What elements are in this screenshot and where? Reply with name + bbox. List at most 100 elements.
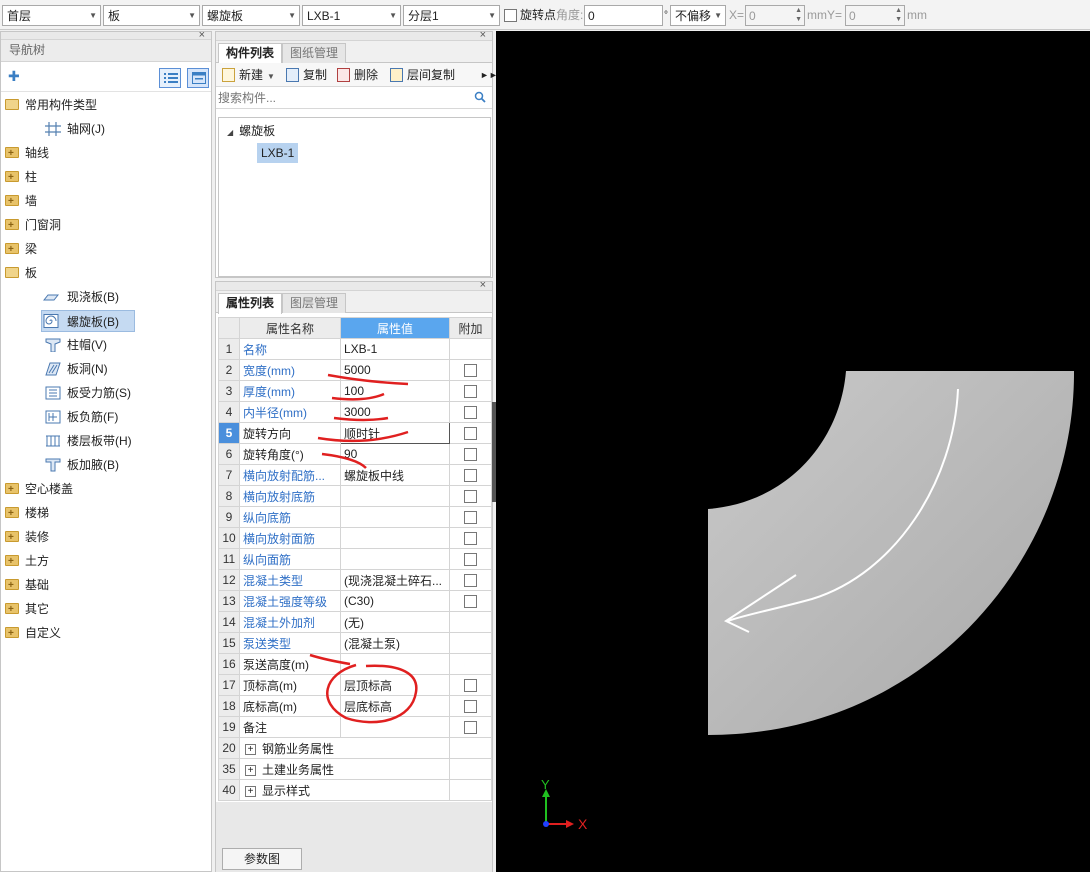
nav-item-label: 板洞(N)	[67, 362, 108, 376]
nav-item-hollow-floor[interactable]: 空心楼盖	[5, 478, 73, 501]
y-input[interactable]: 0 ▲ ▼	[845, 5, 905, 26]
top-toolbar: 首层 ▼ 板 ▼ 螺旋板 ▼ LXB-1 ▼ 分层1 ▼ 旋转点 角度: 0 °…	[0, 0, 1090, 30]
chevron-down-icon: ▼	[89, 11, 97, 20]
nav-item-slab-rebar[interactable]: 板受力筋(S)	[45, 382, 131, 404]
copy-button[interactable]: 复制	[286, 66, 327, 84]
list-view-button[interactable]	[159, 68, 181, 88]
nav-item-label: 螺旋板(B)	[67, 315, 119, 329]
nav-item-label: 板受力筋(S)	[67, 386, 131, 400]
nav-item-label: 板加腋(B)	[67, 458, 119, 472]
layer-select[interactable]: 分层1 ▼	[403, 5, 500, 26]
tree-item-lxb-1[interactable]: LXB-1	[257, 143, 299, 163]
nav-item-wall[interactable]: 墙	[5, 190, 38, 213]
nav-title: 导航树	[9, 43, 46, 57]
collapse-triangle-icon[interactable]: ◢	[227, 128, 233, 137]
nav-item-label: 楼梯	[25, 506, 50, 520]
red-annotation-marks	[309, 373, 418, 724]
search-icon[interactable]	[474, 91, 486, 103]
nav-item-axis[interactable]: 轴线	[5, 142, 49, 165]
nav-item-slab-hole[interactable]: 板洞(N)	[45, 358, 108, 380]
nav-item-label: 土方	[25, 554, 50, 568]
rotate-point-checkbox[interactable]	[504, 9, 517, 22]
nav-item-slab-haunch[interactable]: 板加腋(B)	[45, 454, 119, 476]
nav-item-label: 轴网(J)	[67, 122, 105, 136]
new-button[interactable]: 新建 ▼	[222, 66, 275, 86]
folder-icon	[5, 239, 19, 261]
folder-icon	[5, 191, 19, 213]
nav-item-decoration[interactable]: 装修	[5, 526, 49, 549]
nav-item-custom[interactable]: 自定义	[5, 622, 61, 645]
spinner-icon[interactable]: ▲ ▼	[795, 6, 802, 24]
nav-item-label: 常用构件类型	[25, 98, 98, 112]
axis-y-label: Y	[541, 777, 550, 792]
nav-item-label: 楼层板带(H)	[67, 434, 132, 448]
component-select[interactable]: LXB-1 ▼	[302, 5, 401, 26]
nav-tools: ✚	[1, 62, 211, 92]
nav-item-other[interactable]: 其它	[5, 598, 49, 621]
drawing-viewport[interactable]: X Y	[496, 31, 1090, 872]
folder-icon	[5, 143, 19, 165]
nav-item-slab-neg-rebar[interactable]: 板负筋(F)	[45, 406, 118, 428]
nav-item-cast-slab[interactable]: 现浇板(B)	[43, 286, 119, 308]
tree-item-label: LXB-1	[261, 146, 295, 160]
floor-copy-button-label: 层间复制	[407, 68, 456, 82]
nav-item-column-cap[interactable]: 柱帽(V)	[45, 334, 107, 356]
nav-item-label: 梁	[25, 242, 38, 256]
nav-item-earthwork[interactable]: 土方	[5, 550, 50, 573]
icon-view-button[interactable]	[187, 68, 209, 88]
nav-item-label: 墙	[25, 194, 38, 208]
delete-button[interactable]: 删除	[337, 66, 378, 84]
component-panel-grip: ×	[216, 29, 492, 41]
nav-item-spiral-slab[interactable]: 螺旋板(B)	[41, 310, 135, 332]
floor-select[interactable]: 首层 ▼	[2, 5, 101, 26]
axis-x-label: X	[578, 816, 588, 832]
x-input[interactable]: 0 ▲ ▼	[745, 5, 805, 26]
search-input[interactable]	[218, 89, 468, 106]
nav-item-slab[interactable]: 板	[5, 262, 37, 284]
folder-icon	[5, 479, 19, 501]
add-sparkle-icon[interactable]: ✚	[8, 68, 20, 85]
nav-tree: 常用构件类型 轴网(J) 轴线 柱 墙 门窗洞 梁 板	[1, 94, 211, 864]
nav-item-foundation[interactable]: 基础	[5, 574, 49, 597]
category-select[interactable]: 板 ▼	[103, 5, 200, 26]
tab-drawing-management[interactable]: 图纸管理	[282, 43, 347, 63]
mm-y-label: mmY=	[807, 8, 843, 22]
nav-item-label: 现浇板(B)	[67, 290, 119, 304]
nav-item-opening[interactable]: 门窗洞	[5, 214, 62, 237]
nav-item-label: 门窗洞	[25, 218, 62, 232]
type-select[interactable]: 螺旋板 ▼	[202, 5, 300, 26]
offset-mode-select[interactable]: 不偏移 ▼	[670, 5, 726, 26]
folder-open-icon	[5, 267, 19, 278]
folder-icon	[5, 215, 19, 237]
spiral-slab-shape[interactable]	[708, 371, 1074, 735]
copy-button-label: 复制	[303, 68, 328, 82]
nav-item-column[interactable]: 柱	[5, 166, 38, 189]
nav-item-grid[interactable]: 轴网(J)	[45, 118, 105, 140]
folder-icon	[5, 551, 19, 573]
floor-select-value: 首层	[7, 9, 32, 23]
folder-icon	[5, 623, 19, 645]
rotate-point-label: 旋转点	[520, 8, 557, 22]
nav-tree-panel: × 导航树 ✚ 常用构件类型 轴网(J) 轴线 柱	[0, 29, 212, 872]
tree-root-spiral-slab[interactable]: ◢ 螺旋板	[227, 123, 275, 141]
nav-item-beam[interactable]: 梁	[5, 238, 38, 261]
delete-icon	[337, 68, 350, 82]
angle-input[interactable]: 0	[584, 5, 663, 26]
slab-rebar-icon	[45, 386, 61, 400]
nav-item-stairs[interactable]: 楼梯	[5, 502, 50, 525]
spinner-icon[interactable]: ▲ ▼	[895, 6, 902, 24]
grid-icon	[45, 122, 61, 136]
folder-icon	[5, 527, 19, 549]
tab-component-list[interactable]: 构件列表	[218, 43, 283, 64]
component-toolbar: 新建 ▼ 复制 删除 层间复制 ►►	[216, 63, 498, 87]
nav-item-common-types[interactable]: 常用构件类型	[5, 94, 97, 116]
component-select-value: LXB-1	[307, 9, 341, 23]
component-search	[216, 87, 492, 109]
nav-item-slab-strip[interactable]: 楼层板带(H)	[45, 430, 132, 452]
list-icon	[164, 73, 178, 83]
chevron-down-icon: ▼	[288, 11, 296, 20]
chevron-down-icon: ▼	[267, 72, 275, 81]
nav-item-label: 柱	[25, 170, 38, 184]
slab-strip-icon	[46, 435, 60, 447]
floor-copy-button[interactable]: 层间复制	[390, 66, 455, 84]
